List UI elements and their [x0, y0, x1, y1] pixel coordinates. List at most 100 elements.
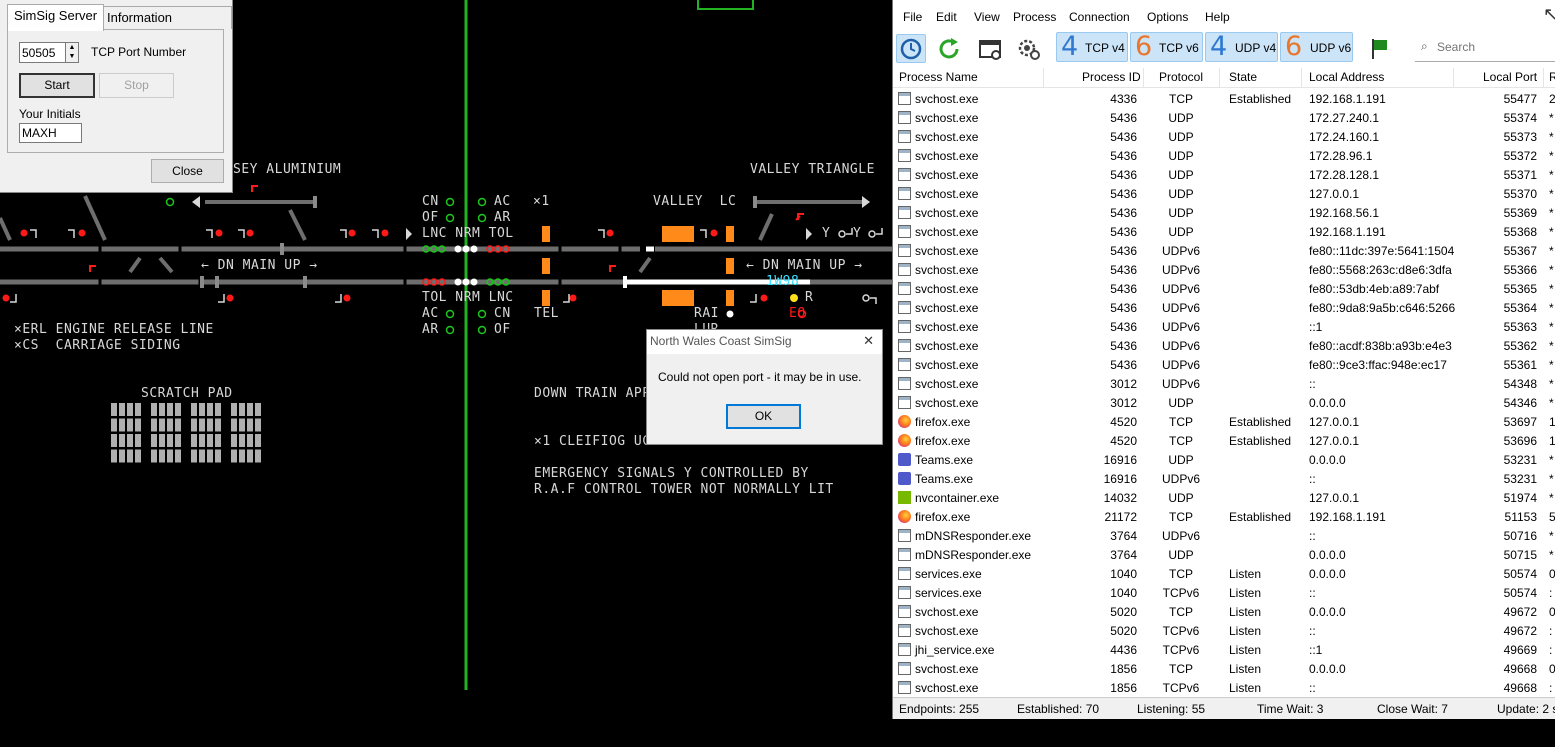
settings-window-button[interactable]	[977, 34, 1007, 63]
label-ac-bottom: AC	[422, 306, 439, 321]
table-row[interactable]: svchost.exe 5436 UDP 172.28.128.1 55371 *	[893, 166, 1555, 185]
scratch-pad-cell	[151, 418, 157, 432]
spin-down-icon[interactable]: ▼	[66, 52, 78, 61]
autorefresh-button[interactable]	[896, 34, 926, 63]
toggle-udp-v4[interactable]: 4 UDP v4	[1205, 32, 1278, 62]
table-row[interactable]: svchost.exe 4336 TCP Established 192.168.1.1…	[893, 90, 1555, 109]
local-address-cell: 0.0.0.0	[1309, 662, 1346, 676]
menu-view[interactable]: View	[974, 10, 1000, 24]
table-row[interactable]: svchost.exe 5436 UDPv6 fe80::acdf:838b:a93b…	[893, 337, 1555, 356]
table-row[interactable]: svchost.exe 5020 TCPv6 Listen:: 49672:	[893, 622, 1555, 641]
table-row[interactable]: mDNSResponder.exe 3764 UDPv6:: 50716 *	[893, 527, 1555, 546]
table-row[interactable]: svchost.exe 5436 UDP 172.28.96.1 55372 *	[893, 147, 1555, 166]
scratch-pad-cell	[239, 434, 245, 447]
pid-cell: 5436	[1110, 244, 1137, 258]
table-row[interactable]: svchost.exe 5436 UDP 192.168.56.1 55369 *	[893, 204, 1555, 223]
scratch-pad-cell	[199, 434, 205, 447]
app-icon	[898, 339, 911, 352]
table-row[interactable]: firefox.exe 4520 TCP Established 127.0.0.1 53…	[893, 413, 1555, 432]
table-row[interactable]: firefox.exe 4520 TCP Established 127.0.0.1 53…	[893, 432, 1555, 451]
close-icon[interactable]: ✕	[863, 333, 874, 349]
table-row[interactable]: services.exe 1040 TCP Listen 0.0.0.0 50574 0	[893, 565, 1555, 584]
remote-cell: :	[1549, 624, 1553, 638]
table-row[interactable]: svchost.exe 5436 UDPv6 fe80::53db:4eb:a89:7…	[893, 280, 1555, 299]
toggle-udp-v6[interactable]: 6 UDP v6	[1280, 32, 1353, 62]
local-address-cell: 0.0.0.0	[1309, 567, 1346, 581]
search-box[interactable]: ⌕	[1415, 36, 1555, 62]
table-row[interactable]: jhi_service.exe 4436 TCPv6 Listen::1 49669:	[893, 641, 1555, 660]
remote-cell: *	[1549, 263, 1554, 277]
note-emergency-2: R.A.F CONTROL TOWER NOT NORMALLY LIT	[534, 482, 834, 497]
col-remote[interactable]: R	[1549, 70, 1555, 84]
label-aluminium: SEY ALUMINIUM	[233, 162, 342, 177]
menu-process[interactable]: Process	[1013, 10, 1056, 24]
table-row[interactable]: svchost.exe 5436 UDP 172.24.160.1 55373 *	[893, 128, 1555, 147]
pid-cell: 5020	[1110, 624, 1137, 638]
menu-help[interactable]: Help	[1205, 10, 1230, 24]
table-row[interactable]: svchost.exe 5436 UDPv6 fe80::9da8:9a5b:c646…	[893, 299, 1555, 318]
table-row[interactable]: mDNSResponder.exe 3764 UDP 0.0.0.0 50715 *	[893, 546, 1555, 565]
error-dialog-titlebar[interactable]: North Wales Coast SimSig ✕	[647, 330, 882, 354]
table-row[interactable]: firefox.exe 21172 TCP Established 192.168.1.…	[893, 508, 1555, 527]
tab-simsig-server[interactable]: SimSig Server	[7, 4, 105, 31]
menu-connection[interactable]: Connection	[1069, 10, 1130, 24]
initials-input[interactable]	[19, 123, 82, 143]
col-protocol[interactable]: Protocol	[1159, 70, 1203, 84]
port-spinner[interactable]: ▲ ▼	[65, 42, 79, 63]
remote-cell: *	[1549, 244, 1554, 258]
table-row[interactable]: svchost.exe 1856 TCPv6 Listen:: 49668:	[893, 679, 1555, 697]
table-row[interactable]: svchost.exe 5436 UDPv6 fe80::11dc:397e:5641…	[893, 242, 1555, 261]
table-row[interactable]: svchost.exe 3012 UDP 0.0.0.0 54346 *	[893, 394, 1555, 413]
menu-edit[interactable]: Edit	[936, 10, 957, 24]
stop-button[interactable]: Stop	[99, 73, 174, 98]
pid-cell: 5436	[1110, 130, 1137, 144]
remote-cell: *	[1549, 396, 1554, 410]
table-row[interactable]: services.exe 1040 TCPv6 Listen:: 50574:	[893, 584, 1555, 603]
refresh-button[interactable]	[934, 34, 964, 63]
train-headcode[interactable]: 1W98	[766, 274, 799, 289]
table-row[interactable]: svchost.exe 5436 UDP 172.27.240.1 55374 *	[893, 109, 1555, 128]
table-row[interactable]: svchost.exe 5436 UDP 127.0.0.1 55370 *	[893, 185, 1555, 204]
col-local-port[interactable]: Local Port	[1483, 70, 1537, 84]
toggle-tcp-v6[interactable]: 6 TCP v6	[1130, 32, 1203, 62]
search-input[interactable]	[1435, 39, 1554, 55]
local-port-cell: 55364	[1503, 301, 1537, 315]
firefox-icon	[898, 415, 911, 428]
table-row[interactable]: svchost.exe 5436 UDP 192.168.1.191 55368 *	[893, 223, 1555, 242]
menu-options[interactable]: Options	[1147, 10, 1188, 24]
scratch-pad-cell	[127, 449, 133, 463]
label-tol-nrm-lnc: TOL NRM LNC	[422, 290, 514, 305]
col-process-id[interactable]: Process ID	[1082, 70, 1141, 84]
process-name-cell: svchost.exe	[915, 358, 979, 372]
table-row[interactable]: svchost.exe 3012 UDPv6:: 54348 *	[893, 375, 1555, 394]
connected-filter-button[interactable]	[1365, 34, 1395, 63]
process-properties-button[interactable]	[1016, 34, 1046, 63]
refresh-clock-icon	[900, 38, 922, 60]
toggle-tcp-v4[interactable]: 4 TCP v4	[1056, 32, 1128, 62]
tcp-port-input[interactable]	[19, 42, 71, 63]
local-address-cell: fe80::acdf:838b:a93b:e4e3	[1309, 339, 1452, 353]
signals-at-danger	[2, 229, 768, 302]
spin-up-icon[interactable]: ▲	[66, 43, 78, 52]
ok-button[interactable]: OK	[726, 404, 801, 429]
protocol-cell: UDPv6	[1161, 282, 1200, 296]
table-row[interactable]: Teams.exe 16916 UDPv6:: 53231 *	[893, 470, 1555, 489]
col-process-name[interactable]: Process Name	[899, 70, 978, 84]
app-icon	[898, 168, 911, 181]
col-local-address[interactable]: Local Address	[1309, 70, 1384, 84]
table-row[interactable]: Teams.exe 16916 UDP 0.0.0.0 53231 *	[893, 451, 1555, 470]
menu-file[interactable]: File	[903, 10, 922, 24]
table-row[interactable]: svchost.exe 5436 UDPv6 fe80::9ce3:ffac:948e…	[893, 356, 1555, 375]
tab-information-gateway[interactable]: Information Gateway	[100, 6, 232, 47]
table-row[interactable]: svchost.exe 5436 UDPv6::1 55363 *	[893, 318, 1555, 337]
table-row[interactable]: svchost.exe 1856 TCP Listen 0.0.0.0 49668 0	[893, 660, 1555, 679]
close-button[interactable]: Close	[151, 159, 224, 183]
col-state[interactable]: State	[1229, 70, 1257, 84]
start-button[interactable]: Start	[19, 73, 95, 98]
process-name-cell: svchost.exe	[915, 92, 979, 106]
table-row[interactable]: svchost.exe 5436 UDPv6 fe80::5568:263c:d8e6…	[893, 261, 1555, 280]
table-row[interactable]: svchost.exe 5020 TCP Listen 0.0.0.0 49672 0	[893, 603, 1555, 622]
table-row[interactable]: nvcontainer.exe 14032 UDP 127.0.0.1 51974 *	[893, 489, 1555, 508]
process-name-cell: svchost.exe	[915, 244, 979, 258]
tcp-port-label: TCP Port Number	[91, 45, 187, 59]
